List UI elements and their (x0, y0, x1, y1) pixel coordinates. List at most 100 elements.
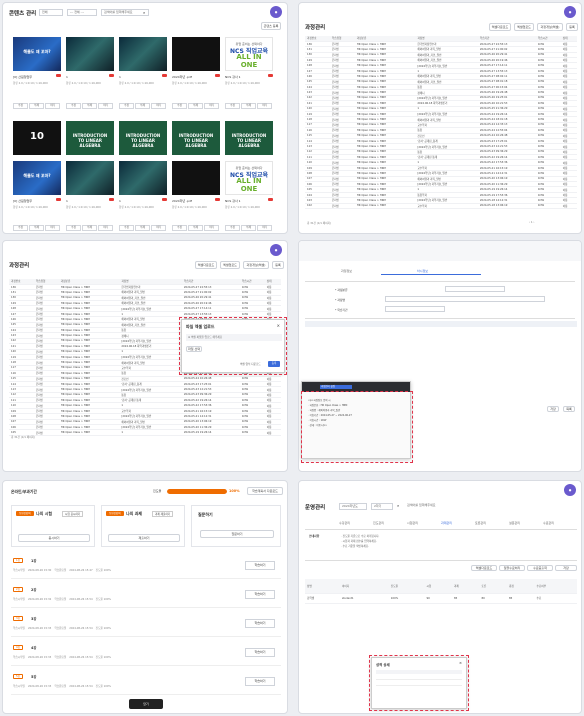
study-button[interactable]: 학습하기 (245, 648, 275, 657)
tab-item[interactable]: 토론관리 (475, 521, 486, 525)
tab-item[interactable]: 수강관리 (339, 521, 350, 525)
card-action-button[interactable]: 미리 (98, 103, 113, 109)
add-content-button[interactable]: 콘텐츠 등록 (261, 22, 281, 30)
content-thumbnail[interactable] (172, 161, 220, 195)
study-button[interactable]: 학습하기 (245, 619, 275, 628)
assignment-action-button[interactable]: 제출하기 (108, 534, 180, 542)
list-button[interactable]: 목록 (563, 406, 575, 412)
avatar[interactable]: ● (564, 6, 576, 18)
period-field[interactable] (385, 306, 445, 312)
content-thumbnail[interactable]: 취업 준비는 선택이다 NCS 직업교육 ALL IN ONE (225, 37, 273, 71)
card-action-button[interactable]: 수정 (172, 225, 187, 231)
study-button[interactable]: 학습하기 (245, 561, 275, 570)
course-name-field[interactable] (385, 296, 545, 302)
content-thumbnail[interactable]: INTRODUCTION TO LINEAR ALGEBRA (172, 121, 220, 155)
content-thumbnail[interactable]: 취업 준비는 선택이다 NCS 직업교육 ALL IN ONE (225, 161, 273, 195)
tab-item[interactable]: 수료관리 (543, 521, 554, 525)
card-action-button[interactable]: 삭제 (29, 225, 44, 231)
card-action-button[interactable]: 미리 (45, 225, 60, 231)
card-action-button[interactable]: 삭제 (188, 225, 203, 231)
excel-download-button[interactable]: 엑셀다운로드 (195, 261, 217, 269)
card-action-button[interactable]: 삭제 (135, 103, 150, 109)
content-thumbnail[interactable]: 10 (13, 121, 61, 155)
card-action-button[interactable]: 수정 (225, 225, 240, 231)
table-row[interactable]: 102 온라인 HR Open Class > HRM 교수학과 2024-05-18 … (305, 203, 577, 210)
card-action-button[interactable]: 미리 (98, 225, 113, 231)
tab-item[interactable]: 설문관리 (509, 521, 520, 525)
card-action-button[interactable]: 미리 (45, 103, 60, 109)
exam-action-button[interactable]: 응시하기 (18, 534, 90, 542)
content-thumbnail[interactable]: INTRODUCTION TO LINEAR ALGEBRA (225, 121, 273, 155)
card-action-button[interactable]: 미리 (204, 103, 219, 109)
tab-course-info[interactable]: 과정정보 (341, 269, 352, 273)
tab-item[interactable]: 시험관리 (407, 521, 418, 525)
card-action-button[interactable]: 삭제 (82, 225, 97, 231)
card-action-button[interactable]: 수정 (66, 225, 81, 231)
avatar[interactable]: ● (270, 6, 282, 18)
question-action-button[interactable]: 질문하기 (200, 530, 274, 538)
card-action-button[interactable]: 삭제 (82, 103, 97, 109)
search-input[interactable]: 검색어를 입력해주세요 (101, 9, 149, 16)
card-action-button[interactable]: 수정 (119, 225, 134, 231)
save-button[interactable]: 저장 (547, 406, 559, 412)
pagination[interactable]: ‹ 1 › (529, 221, 534, 224)
table-row[interactable]: 김학생 student1 100% 90 85 80 85 수료 (305, 593, 577, 604)
course-open-excel-button[interactable]: 과정개설(엑셀) (537, 23, 563, 31)
category-select[interactable] (445, 286, 505, 292)
plan-download-button[interactable]: 학습계획서 다운로드 (247, 487, 283, 495)
page-number[interactable]: 1 (531, 221, 533, 224)
study-button[interactable]: 학습하기 (245, 677, 275, 686)
semester-select[interactable]: 2학기 (371, 503, 393, 510)
save-button[interactable]: 저장 (555, 565, 577, 571)
card-action-button[interactable]: 수정 (225, 103, 240, 109)
card-action-button[interactable]: 수정 (172, 103, 187, 109)
tab-item[interactable]: 진도관리 (373, 521, 384, 525)
content-thumbnail[interactable] (172, 37, 220, 71)
card-action-button[interactable]: 삭제 (188, 103, 203, 109)
card-action-button[interactable]: 미리 (151, 103, 166, 109)
card-action-button[interactable]: 미리 (151, 225, 166, 231)
register-button[interactable]: 등록 (566, 23, 578, 31)
certificate-button[interactable]: 수료증출력 (527, 565, 553, 571)
card-action-button[interactable]: 수정 (13, 225, 28, 231)
card-action-button[interactable]: 삭제 (29, 103, 44, 109)
card-action-button[interactable]: 수정 (66, 103, 81, 109)
card-action-button[interactable]: 미리 (204, 225, 219, 231)
exam-card: 동영상강의 나의 시험 시험 응시하기 응시하기 (11, 505, 95, 547)
year-select[interactable]: 2024학년도 (339, 503, 367, 510)
card-action-button[interactable]: 삭제 (135, 225, 150, 231)
card-action-button[interactable]: 삭제 (241, 225, 256, 231)
content-thumbnail[interactable] (66, 161, 114, 195)
excel-upload-button[interactable]: 엑셀업로드 (220, 261, 240, 269)
table-row[interactable]: 105 온라인 HR Open Class > HRM 1 2024-05-19 19:… (9, 429, 281, 436)
card-action-button[interactable]: 미리 (257, 225, 272, 231)
content-thumbnail[interactable]: INTRODUCTION TO LINEAR ALGEBRA (66, 121, 114, 155)
sort-select[interactable]: --- 전체 --- (67, 9, 97, 16)
card-action-button[interactable]: 수정 (119, 103, 134, 109)
close-button[interactable]: 닫기 (129, 699, 163, 709)
excel-download-button[interactable]: 엑셀다운로드 (489, 23, 511, 31)
content-thumbnail[interactable]: 해물도 왜 꼬마? (13, 161, 61, 195)
content-thumbnail[interactable]: 해물도 왜 꼬마? (13, 37, 61, 71)
tab-item[interactable]: 과제관리 (441, 521, 452, 525)
card-action-button[interactable]: 수정 (13, 103, 28, 109)
content-thumbnail[interactable]: INTRODUCTION TO LINEAR ALGEBRA (119, 121, 167, 155)
study-button[interactable]: 학습하기 (245, 590, 275, 599)
search-icon[interactable]: ⌕ (143, 10, 145, 15)
content-thumbnail[interactable] (119, 37, 167, 71)
excel-download-button[interactable]: 엑셀다운로드 (471, 565, 497, 571)
excel-upload-button[interactable]: 엑셀업로드 (514, 23, 534, 31)
tab-lesson-info[interactable]: 차시정보 (417, 269, 428, 273)
content-thumbnail[interactable] (66, 37, 114, 71)
card-action-button[interactable]: 삭제 (241, 103, 256, 109)
card-action-button[interactable]: 미리 (257, 103, 272, 109)
register-button[interactable]: 등록 (272, 261, 284, 269)
content-thumbnail[interactable] (119, 161, 167, 195)
search-input[interactable]: 검색어를 입력해주세요 (405, 503, 445, 510)
filter-select[interactable]: 전체 (39, 9, 63, 16)
search-icon[interactable]: ⌕ (397, 503, 399, 508)
course-open-excel-button[interactable]: 과정개설(엑셀) (243, 261, 269, 269)
avatar[interactable]: ● (564, 484, 576, 496)
avatar[interactable]: ● (270, 244, 282, 256)
bulk-complete-button[interactable]: 일괄수료처리 (499, 565, 525, 571)
